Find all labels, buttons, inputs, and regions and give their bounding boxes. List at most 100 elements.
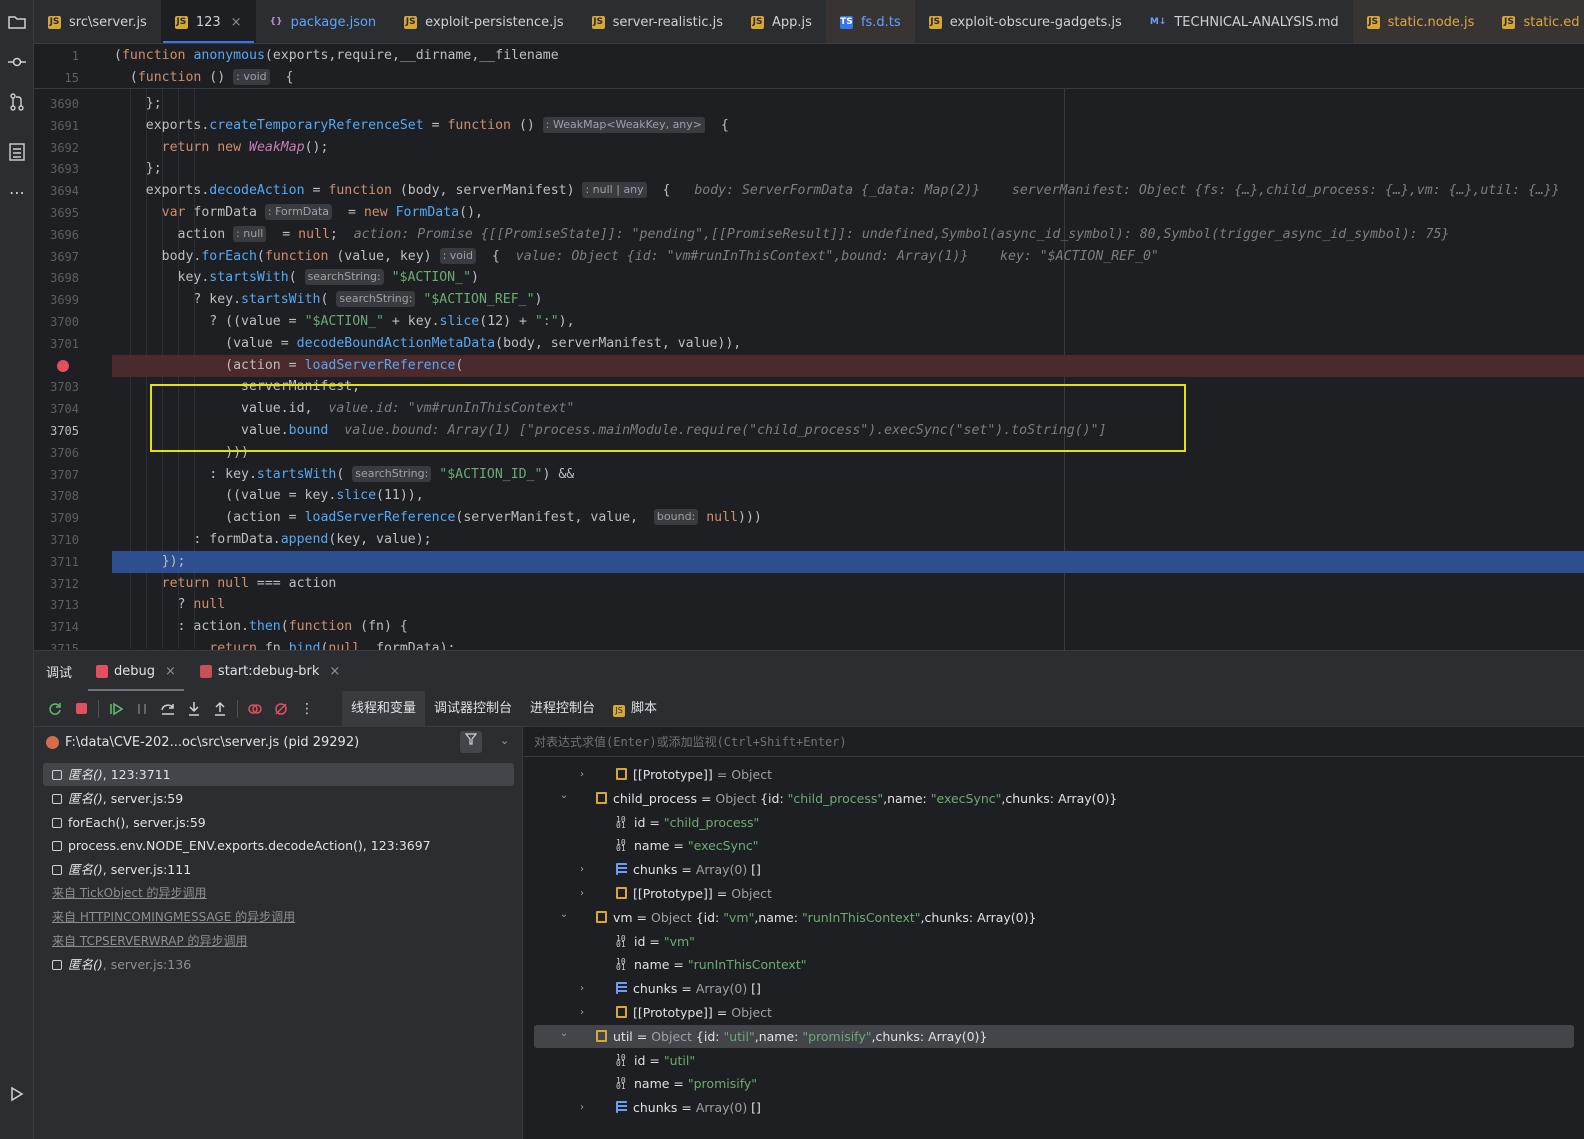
- variable-row[interactable]: › chunks = Array(0) []: [534, 858, 1574, 881]
- variable-row[interactable]: 10 01 name = "runInThisContext": [534, 953, 1574, 976]
- variable-row[interactable]: 10 01 name = "execSync": [534, 834, 1574, 857]
- resume-icon[interactable]: [103, 696, 129, 722]
- editor-tab[interactable]: JS src\server.js: [34, 0, 161, 43]
- variable-row[interactable]: ⌄ vm = Object {id: "vm",name: "runInThisC…: [534, 906, 1574, 929]
- code-line: 3700 ? ((value = "$ACTION_" + key.slice(…: [34, 311, 1584, 333]
- debug-view-label: 进程控制台: [530, 700, 596, 716]
- tab-label: src\server.js: [69, 14, 147, 30]
- debug-title: 调试: [46, 665, 73, 681]
- code-text: return new WeakMap();: [161, 139, 329, 155]
- chevron-right-icon[interactable]: ›: [576, 858, 588, 881]
- line-number: 3690: [50, 97, 79, 111]
- code-editor[interactable]: 1 (function anonymous(exports,require,__d…: [34, 44, 1584, 650]
- chevron-right-icon[interactable]: ›: [576, 977, 588, 1000]
- async-call-link[interactable]: 来自 TCPSERVERWRAP 的异步调用: [43, 930, 514, 953]
- editor-tab[interactable]: M↓ TECHNICAL-ANALYSIS.md: [1136, 0, 1353, 43]
- async-call-link[interactable]: 来自 TickObject 的异步调用: [43, 882, 514, 905]
- step-into-icon[interactable]: [181, 696, 207, 722]
- editor-tab[interactable]: JS static.ed: [1488, 0, 1584, 43]
- variable-row[interactable]: › [[Prototype]] = Object: [534, 1001, 1574, 1024]
- chevron-down-icon[interactable]: ⌄: [558, 1022, 570, 1045]
- stack-frame[interactable]: 匿名(), 123:3711: [43, 763, 514, 786]
- structure-icon[interactable]: [5, 140, 29, 164]
- debug-session-tab[interactable]: start:debug-brk ×: [188, 651, 352, 692]
- async-call-link[interactable]: 来自 HTTPINCOMINGMESSAGE 的异步调用: [43, 906, 514, 929]
- debug-view-tab[interactable]: 进程控制台: [521, 691, 604, 727]
- line-number: 3707: [50, 467, 79, 482]
- folder-icon[interactable]: [5, 10, 29, 34]
- rerun-icon[interactable]: [42, 696, 68, 722]
- view-breakpoints-icon[interactable]: [242, 696, 268, 722]
- editor-tab[interactable]: JS exploit-persistence.js: [390, 0, 577, 43]
- stop-icon[interactable]: [68, 696, 94, 722]
- step-out-icon[interactable]: [207, 696, 233, 722]
- variable-row[interactable]: ⌄ child_process = Object {id: "child_proc…: [534, 787, 1574, 810]
- chevron-right-icon[interactable]: ›: [576, 763, 588, 786]
- run-icon[interactable]: [5, 1082, 29, 1106]
- evaluate-expression-input[interactable]: 对表达式求值(Enter)或添加监视(Ctrl+Shift+Enter): [524, 727, 1584, 757]
- variable-row[interactable]: › chunks = Array(0) []: [534, 977, 1574, 1000]
- editor-tab[interactable]: TS fs.d.ts: [825, 0, 915, 43]
- sticky-code-line: 15 (function () : void {: [34, 67, 1584, 89]
- code-text: : action.then(function (fn) {: [114, 619, 408, 635]
- breakpoint-icon[interactable]: [57, 359, 69, 372]
- chevron-down-icon[interactable]: ⌄: [500, 734, 509, 747]
- stack-frame[interactable]: process.env.NODE_ENV.exports.decodeActio…: [43, 834, 514, 857]
- close-icon[interactable]: ×: [165, 664, 176, 679]
- primitive-icon: 10 01: [616, 1076, 626, 1092]
- variable-text: chunks = Array(0) []: [633, 981, 761, 997]
- step-over-icon[interactable]: [155, 696, 181, 722]
- frame-icon: [52, 865, 62, 876]
- code-line: 3694 exports.decodeAction = function (bo…: [34, 180, 1584, 202]
- editor-tab[interactable]: JS 123 ×: [160, 0, 256, 43]
- variable-row[interactable]: › [[Prototype]] = Object: [534, 763, 1574, 786]
- line-number: 3694: [50, 184, 79, 199]
- code-text: (function anonymous(exports,require,__di…: [114, 48, 559, 63]
- mute-breakpoints-icon[interactable]: [268, 696, 294, 722]
- filter-icon[interactable]: [460, 731, 482, 753]
- variable-row[interactable]: 10 01 name = "promisify": [534, 1072, 1574, 1095]
- code-line: 3712 return null === action: [34, 573, 1584, 595]
- code-text: exports.createTemporaryReferenceSet = fu…: [114, 116, 729, 133]
- process-status-icon: [46, 735, 59, 749]
- chevron-right-icon[interactable]: ›: [576, 1096, 588, 1119]
- pause-icon[interactable]: [129, 696, 155, 722]
- stack-frame[interactable]: forEach(), server.js:59: [43, 811, 514, 834]
- editor-tab[interactable]: JS App.js: [737, 0, 826, 43]
- editor-tab[interactable]: JS exploit-obscure-gadgets.js: [915, 0, 1136, 43]
- variable-row[interactable]: ⌄ util = Object {id: "util",name: "promis…: [534, 1022, 1574, 1048]
- variable-row[interactable]: 10 01 id = "util": [534, 1049, 1574, 1072]
- async-call-label: 来自 TickObject 的异步调用: [52, 886, 207, 900]
- variable-row[interactable]: › chunks = Array(0) []: [534, 1096, 1574, 1119]
- variable-row[interactable]: › [[Prototype]] = Object: [534, 882, 1574, 905]
- debug-view-tab[interactable]: 调试器控制台: [425, 691, 521, 727]
- variable-row[interactable]: 10 01 id = "child_process": [534, 811, 1574, 834]
- debug-view-tab[interactable]: JS 脚本: [604, 691, 666, 727]
- stack-frame[interactable]: 匿名(), server.js:111: [43, 858, 514, 881]
- stack-frame[interactable]: 匿名(), server.js:136: [43, 953, 514, 976]
- debug-view-tab[interactable]: 线程和变量: [342, 690, 426, 727]
- js-file-icon: JS: [48, 15, 61, 29]
- line-number: 3697: [50, 249, 79, 264]
- chevron-right-icon[interactable]: ›: [576, 1001, 588, 1024]
- variable-row[interactable]: 10 01 id = "vm": [534, 930, 1574, 953]
- variable-text: chunks = Array(0) []: [633, 1100, 761, 1116]
- variable-text: id = "child_process": [634, 814, 760, 830]
- chevron-down-icon[interactable]: ⌄: [558, 903, 570, 926]
- editor-tab[interactable]: JS server-realistic.js: [578, 0, 737, 43]
- stack-frame[interactable]: 匿名(), server.js:59: [43, 787, 514, 810]
- process-selector[interactable]: F:\data\CVE-202...oc\src\server.js (pid …: [34, 727, 523, 757]
- chevron-down-icon[interactable]: ⌄: [558, 784, 570, 807]
- more-icon[interactable]: ⋯: [5, 180, 29, 204]
- debug-session-tab[interactable]: debug ×: [84, 651, 188, 692]
- chevron-right-icon[interactable]: ›: [576, 882, 588, 905]
- close-icon[interactable]: ×: [231, 15, 242, 30]
- frame-icon: [52, 817, 62, 828]
- editor-tab[interactable]: {} package.json: [256, 0, 391, 43]
- editor-tab[interactable]: JS static.node.js: [1352, 0, 1489, 43]
- code-text: });: [114, 553, 186, 569]
- more-options-icon[interactable]: ⋮: [294, 696, 320, 722]
- close-icon[interactable]: ×: [329, 664, 340, 679]
- pull-request-icon[interactable]: [5, 90, 29, 114]
- commit-icon[interactable]: [5, 50, 29, 74]
